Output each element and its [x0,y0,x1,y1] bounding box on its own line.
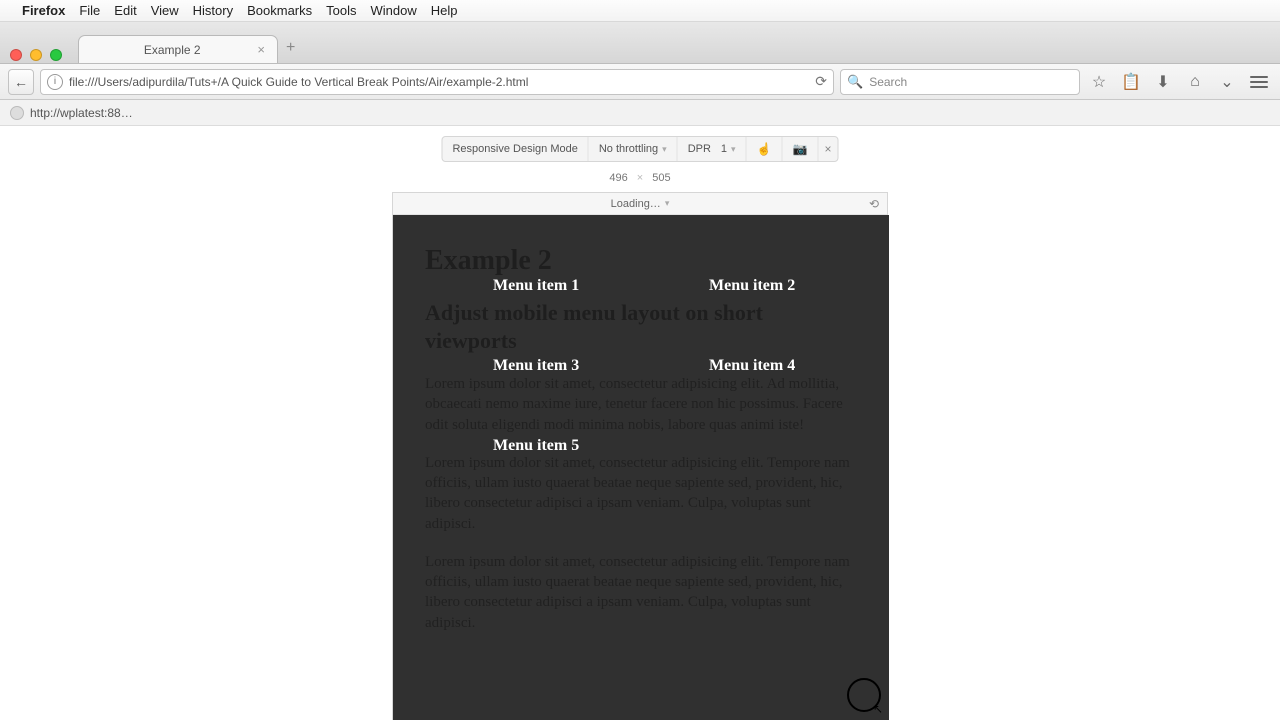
globe-icon [10,106,24,120]
rotate-icon[interactable]: ⟲ [869,197,879,211]
mobile-menu: Menu item 1 Menu item 2 Menu item 3 Menu… [393,215,889,720]
chevron-down-icon: ▾ [662,144,667,155]
new-tab-button[interactable]: + [286,39,295,63]
browser-tab[interactable]: Example 2 × [78,35,278,63]
browser-window: Example 2 × + ← i file:///Users/adipurdi… [0,22,1280,720]
rdm-close-button[interactable]: × [818,142,837,156]
clipboard-icon[interactable]: 📋 [1118,72,1144,92]
home-icon[interactable]: ⌂ [1182,73,1208,91]
rdm-width: 496 [609,172,627,184]
menubar-app[interactable]: Firefox [22,3,65,18]
bookmarks-bar: http://wplatest:88… [0,100,1280,126]
rdm-touch-toggle[interactable]: ☝ [747,137,783,161]
menu-file[interactable]: File [79,3,100,18]
menu-help[interactable]: Help [431,3,458,18]
back-button[interactable]: ← [8,69,34,95]
rdm-throttling-value: No throttling [599,143,658,155]
menu-edit[interactable]: Edit [114,3,136,18]
rdm-device-label: Loading… [611,198,661,210]
site-info-icon[interactable]: i [47,74,63,90]
menu-window[interactable]: Window [371,3,417,18]
rdm-label: Responsive Design Mode [442,137,588,161]
titlebar: Example 2 × + [0,22,1280,64]
touch-icon: ☝ [757,142,772,156]
times-icon: × [637,172,643,184]
rdm-dpr-label: DPR [688,143,711,155]
menu-item-1[interactable]: Menu item 1 [493,277,579,295]
downloads-icon[interactable]: ⬇ [1150,72,1176,92]
rdm-toolbar: Responsive Design Mode No throttling ▾ D… [441,136,838,162]
menu-history[interactable]: History [193,3,233,18]
chevron-down-icon: ▾ [665,198,670,209]
search-box[interactable]: 🔍 Search [840,69,1080,95]
traffic-lights [10,49,62,61]
bookmark-star-icon[interactable]: ☆ [1086,72,1112,92]
menu-item-3[interactable]: Menu item 3 [493,357,579,375]
bookmark-item[interactable]: http://wplatest:88… [30,106,133,120]
window-close-button[interactable] [10,49,22,61]
url-text: file:///Users/adipurdila/Tuts+/A Quick G… [69,75,809,89]
rdm-dimensions[interactable]: 496 × 505 [609,172,670,184]
search-placeholder: Search [869,75,907,89]
rdm-height: 505 [652,172,670,184]
search-icon: 🔍 [847,74,863,90]
rdm-dpr-value: 1 [721,143,727,155]
address-bar[interactable]: i file:///Users/adipurdila/Tuts+/A Quick… [40,69,834,95]
menu-button[interactable] [1246,76,1272,88]
menu-item-4[interactable]: Menu item 4 [709,357,795,375]
window-minimize-button[interactable] [30,49,42,61]
menu-bookmarks[interactable]: Bookmarks [247,3,312,18]
rdm-throttling-select[interactable]: No throttling ▾ [589,137,678,161]
reload-icon[interactable]: ⟳ [815,73,827,90]
tab-title: Example 2 [97,43,247,57]
content-area: Responsive Design Mode No throttling ▾ D… [0,126,1280,720]
hamburger-icon [1250,76,1268,88]
pocket-icon[interactable]: ⌄ [1214,72,1240,92]
menu-item-2[interactable]: Menu item 2 [709,277,795,295]
rdm-screenshot-button[interactable]: 📷 [783,137,819,161]
cursor-arrow-icon: ↖ [873,702,883,716]
menu-view[interactable]: View [151,3,179,18]
rdm-viewport: Example 2 Adjust mobile menu layout on s… [393,215,889,720]
menu-item-5[interactable]: Menu item 5 [493,437,579,455]
rdm-frame: Loading… ▾ ⟲ Example 2 Adjust mobile men… [392,192,888,720]
mac-menubar: Firefox File Edit View History Bookmarks… [0,0,1280,22]
camera-icon: 📷 [793,142,808,156]
rdm-dpr-select[interactable]: DPR 1 ▾ [678,137,747,161]
tabstrip: Example 2 × + [78,22,295,63]
rdm-device-select[interactable]: Loading… ▾ ⟲ [393,193,887,215]
window-zoom-button[interactable] [50,49,62,61]
toolbar: ← i file:///Users/adipurdila/Tuts+/A Qui… [0,64,1280,100]
tab-close-icon[interactable]: × [257,42,265,57]
chevron-down-icon: ▾ [731,144,736,155]
menu-tools[interactable]: Tools [326,3,356,18]
